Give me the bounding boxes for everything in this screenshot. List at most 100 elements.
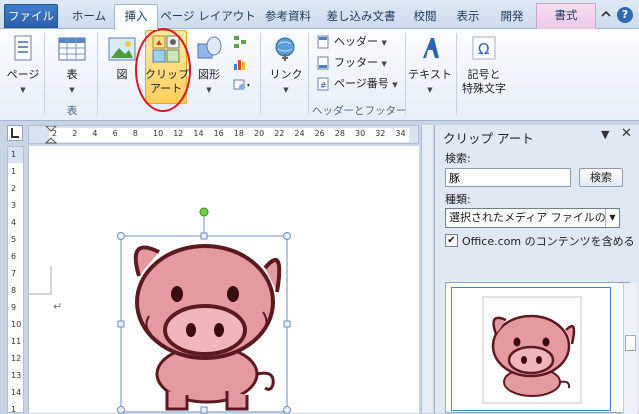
paragraph-mark-icon: ↵ — [53, 300, 63, 313]
close-icon[interactable]: ✕ — [621, 126, 632, 141]
ruler-tick-label: 13 — [11, 371, 22, 380]
page-number-button-label: ページ番号 — [334, 77, 389, 90]
ruler-tick-label: 9 — [11, 303, 17, 312]
pig-thumbnail-image — [482, 296, 582, 404]
smartart-icon[interactable] — [232, 34, 248, 50]
ruler-tick-label: 6 — [11, 252, 17, 261]
tab-developer[interactable]: 開発 — [492, 5, 532, 29]
links-button-label: リンク — [269, 68, 303, 81]
ruler-tick-label: 3 — [11, 201, 17, 210]
ruler-tick-label: 6 — [112, 129, 118, 138]
ruler-tick-label: 18 — [233, 129, 244, 138]
ruler-tick-label: 16 — [213, 129, 224, 138]
globe-link-icon — [275, 37, 295, 61]
chevron-down-icon[interactable]: ▼ — [605, 209, 619, 227]
pig-clipart-image[interactable] — [117, 206, 293, 414]
screenshot-icon[interactable] — [232, 78, 252, 92]
symbol-label-line2: 特殊文字 — [462, 82, 506, 95]
textbox-button[interactable]: テキスト ▼ — [408, 34, 452, 97]
ruler-tick-label: 26 — [314, 129, 325, 138]
symbol-button[interactable]: Ω 記号と 特殊文字 — [452, 34, 516, 96]
tab-format[interactable]: 書式 — [536, 3, 596, 29]
group-separator — [44, 33, 45, 115]
pane-options-icon[interactable]: ▼ — [601, 128, 609, 141]
group-separator — [260, 33, 261, 115]
shapes-button[interactable]: 図形 ▼ — [190, 34, 228, 97]
page-number-icon: # — [317, 77, 329, 91]
results-scrollbar[interactable] — [623, 283, 637, 414]
tab-view[interactable]: 表示 — [448, 5, 488, 29]
type-label: 種類: — [445, 193, 471, 206]
ruler-tick-label: 8 — [132, 129, 138, 138]
page-number-button[interactable]: # ページ番号 ▼ — [316, 75, 398, 93]
group-separator — [308, 33, 309, 115]
symbol-label-line1: 記号と — [467, 68, 501, 81]
ruler-tick-label: 12 — [11, 354, 22, 363]
shapes-button-label: 図形 — [198, 68, 220, 81]
ruler-tick-label: 32 — [375, 129, 386, 138]
footer-button[interactable]: フッター ▼ — [316, 54, 387, 72]
ruler-tick-label: 7 — [11, 269, 17, 278]
search-label: 検索: — [445, 152, 471, 165]
ruler-tick-label: 5 — [11, 235, 17, 244]
scrollbar-thumb[interactable] — [625, 335, 636, 351]
ruler-tick-label: 4 — [92, 129, 98, 138]
ruler-tick-label: 20 — [254, 129, 265, 138]
ruler-tick-label: 4 — [11, 218, 17, 227]
links-button[interactable]: リンク ▼ — [266, 34, 306, 97]
search-button[interactable]: 検索 — [579, 168, 623, 187]
tab-stop-selector[interactable] — [7, 125, 23, 141]
ruler-tick-label: 8 — [11, 286, 17, 295]
ruler-tick-label: 14 — [11, 388, 22, 397]
textbox-button-label: テキスト — [408, 68, 452, 81]
ruler-tick-label: 2 — [11, 184, 17, 193]
tab-mailings[interactable]: 差し込み文書 — [322, 5, 400, 29]
ruler-tick-label: 2 — [72, 129, 78, 138]
group-label-table: 表 — [66, 105, 78, 117]
ruler-tick-label: 1 — [11, 150, 17, 159]
include-office-checkbox[interactable]: ✔ — [445, 234, 458, 247]
textbox-icon — [423, 38, 439, 58]
tab-page-layout[interactable]: ページ レイアウト — [160, 5, 256, 29]
left-tab-icon — [11, 128, 19, 138]
svg-text:#: # — [320, 81, 327, 90]
ruler-tick-label: 11 — [11, 337, 22, 346]
chart-icon[interactable] — [232, 56, 248, 72]
chevron-down-icon: ▼ — [206, 86, 212, 94]
help-icon[interactable]: ? — [617, 7, 633, 23]
collapse-ribbon-icon[interactable] — [600, 8, 612, 20]
clipart-task-pane: クリップ アート ▼ ✕ 検索: 検索 種類: 選択されたメディア ファイルの種… — [434, 125, 639, 414]
ruler-tick-label: 10 — [153, 129, 164, 138]
chevron-down-icon: ▼ — [283, 86, 289, 94]
rotate-handle[interactable] — [199, 207, 209, 217]
header-button-label: ヘッダー — [334, 35, 378, 48]
ribbon-tab-bar: ファイル ホーム 挿入 ページ レイアウト 参考資料 差し込み文書 校閲 表示 … — [0, 0, 639, 30]
tab-review[interactable]: 校閲 — [406, 5, 444, 29]
tab-file[interactable]: ファイル — [4, 4, 58, 28]
table-button[interactable]: 表 ▼ — [52, 34, 92, 97]
ruler-tick-label: 2 — [52, 129, 58, 138]
include-office-label: Office.com のコンテンツを含める — [462, 235, 635, 248]
margin-corner-mark — [29, 266, 52, 295]
tab-home[interactable]: ホーム — [64, 5, 114, 29]
annotation-highlight-oval — [135, 28, 191, 112]
clipart-results-list — [445, 282, 637, 414]
media-type-select[interactable]: 選択されたメディア ファイルの種類 — [445, 208, 620, 228]
tab-references[interactable]: 参考資料 — [258, 5, 318, 29]
chevron-down-icon: ▼ — [392, 81, 398, 89]
search-input[interactable] — [445, 168, 571, 187]
chevron-down-icon: ▼ — [427, 86, 433, 94]
page-button[interactable]: ページ ▼ — [4, 34, 42, 97]
clipart-result-item[interactable] — [451, 287, 611, 411]
footer-icon — [317, 56, 329, 70]
document-page[interactable]: ↵ — [28, 146, 419, 414]
document-scrollbar[interactable] — [421, 125, 433, 413]
chevron-down-icon: ▼ — [381, 60, 387, 68]
omega-symbol-icon: Ω — [472, 36, 496, 60]
chevron-down-icon: ▼ — [69, 86, 75, 94]
tab-insert[interactable]: 挿入 — [114, 4, 158, 30]
group-separator — [97, 33, 98, 115]
header-button[interactable]: ヘッダー ▼ — [316, 33, 387, 51]
chevron-down-icon: ▼ — [381, 39, 387, 47]
ruler-tick-label: 30 — [355, 129, 366, 138]
